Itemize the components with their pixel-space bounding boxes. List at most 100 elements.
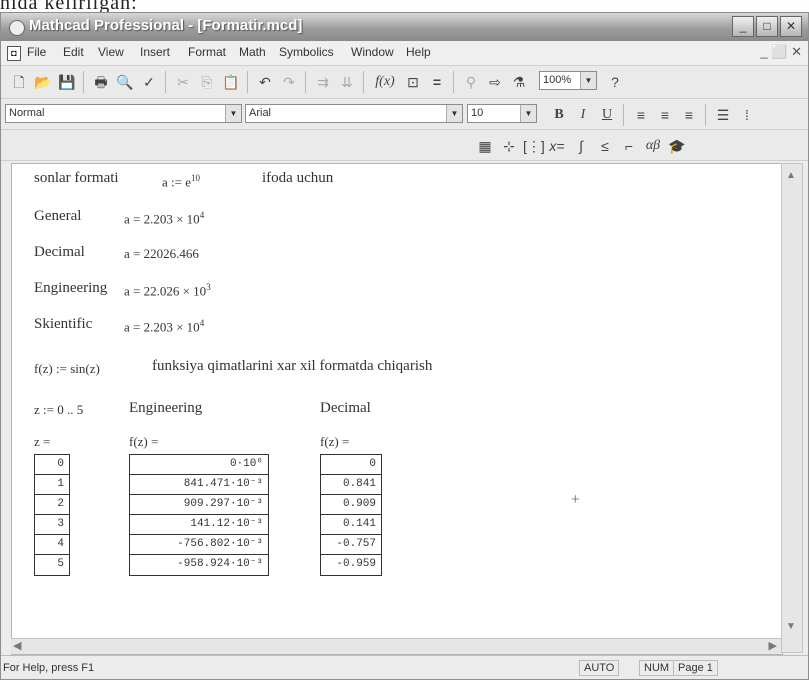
insert-function-icon[interactable]: f(x) — [371, 72, 399, 92]
run-script-icon[interactable]: ⚗ — [509, 72, 529, 92]
menu-file[interactable]: File — [27, 45, 46, 59]
menu-help[interactable]: Help — [406, 45, 431, 59]
table-row: -0.757 — [321, 535, 381, 555]
underline-button[interactable]: U — [597, 105, 617, 125]
greek-toolbar-icon[interactable]: αβ — [643, 136, 663, 156]
numbering-icon[interactable]: ⁞ — [737, 105, 757, 125]
menu-format[interactable]: Format — [188, 45, 226, 59]
z-eval-label[interactable]: z = — [34, 434, 50, 450]
align-across-icon[interactable]: ⇉ — [313, 72, 333, 92]
italic-button[interactable]: I — [573, 105, 593, 125]
standard-toolbar: 🗋 📂 💾 🖶 🔍 ✓ ✂ ⎘ 📋 ↶ ↷ ⇉ ⇊ f(x) ⊡ = ⚲ ⇨ ⚗… — [1, 66, 808, 99]
cut-icon[interactable]: ✂ — [173, 72, 193, 92]
maximize-button[interactable]: □ — [756, 16, 778, 37]
zoom-select[interactable]: 100% ▼ — [539, 71, 597, 90]
insert-hyperlink-icon[interactable]: ⚲ — [461, 72, 481, 92]
open-icon[interactable]: 📂 — [33, 72, 53, 92]
print-icon[interactable]: 🖶 — [91, 72, 111, 92]
paste-icon[interactable]: 📋 — [221, 72, 241, 92]
format-value-text: a = 2.203 × 10 — [124, 319, 200, 335]
graph-toolbar-icon[interactable]: ⊹ — [499, 136, 519, 156]
menu-view[interactable]: View — [98, 45, 124, 59]
table-row: 2 — [35, 495, 69, 515]
status-num: NUM — [639, 660, 675, 676]
font-select[interactable]: Arial ▼ — [245, 104, 463, 123]
menu-edit[interactable]: Edit — [63, 45, 84, 59]
table-row: 0.909 — [321, 495, 381, 515]
fz-eval-label-engineering[interactable]: f(z) = — [129, 434, 158, 450]
format-label-engineering: Engineering — [34, 280, 108, 296]
table-row: 0 — [321, 455, 381, 475]
decimal-result-table[interactable]: 0 0.841 0.909 0.141 -0.757 -0.959 — [320, 454, 382, 576]
table-row: -958.924·10⁻³ — [177, 558, 263, 570]
bullets-icon[interactable]: ☰ — [713, 105, 733, 125]
definition-expr[interactable]: a := e10 — [162, 173, 200, 190]
menu-window[interactable]: Window — [351, 45, 394, 59]
insert-unit-icon[interactable]: ⊡ — [403, 72, 423, 92]
symbolic-toolbar-icon[interactable]: 🎓 — [667, 136, 687, 156]
menu-symbolics[interactable]: Symbolics — [279, 45, 334, 59]
bold-button[interactable]: B — [549, 105, 569, 125]
redo-icon[interactable]: ↷ — [279, 72, 299, 92]
worksheet[interactable]: sonlar formati a := e10 ifoda uchun Gene… — [11, 163, 783, 655]
document-window-controls[interactable]: _ ⬜ ✕ — [760, 44, 802, 60]
table-row: 0·10⁰ — [130, 455, 268, 475]
scroll-right-icon[interactable]: ▶ — [769, 639, 777, 652]
programming-toolbar-icon[interactable]: ⌐ — [619, 136, 639, 156]
scroll-up-icon[interactable]: ▲ — [786, 170, 796, 181]
title-bar[interactable]: Mathcad Professional - [Formatir.mcd] _ … — [1, 13, 808, 41]
boolean-toolbar-icon[interactable]: ≤ — [595, 136, 615, 156]
chevron-down-icon: ▼ — [580, 72, 596, 89]
function-definition[interactable]: f(z) := sin(z) — [34, 361, 100, 377]
close-button[interactable]: ✕ — [780, 16, 802, 37]
spell-check-icon[interactable]: ✓ — [139, 72, 159, 92]
minimize-button[interactable]: _ — [732, 16, 754, 37]
evaluation-toolbar-icon[interactable]: x= — [547, 136, 567, 156]
undo-icon[interactable]: ↶ — [255, 72, 275, 92]
format-exponent: 4 — [199, 318, 205, 328]
align-center-icon[interactable]: ≡ — [655, 105, 675, 125]
z-result-table[interactable]: 0 1 2 3 4 5 — [34, 454, 70, 576]
app-icon[interactable] — [9, 20, 25, 36]
heading-right: ifoda uchun — [262, 170, 334, 186]
calculator-toolbar-icon[interactable]: ▦ — [475, 136, 495, 156]
table-row: 5 — [57, 558, 64, 570]
math-toolbar: ▦ ⊹ [⋮] x= ∫ ≤ ⌐ αβ 🎓 — [1, 130, 808, 161]
calculate-icon[interactable]: = — [427, 72, 447, 92]
format-value-scientific[interactable]: a = 2.203 × 104 — [124, 318, 204, 335]
engineering-column-title: Engineering — [129, 400, 203, 416]
style-value: Normal — [9, 107, 45, 119]
print-preview-icon[interactable]: 🔍 — [115, 72, 135, 92]
align-down-icon[interactable]: ⇊ — [337, 72, 357, 92]
font-size-select[interactable]: 10 ▼ — [467, 104, 537, 123]
engineering-result-table[interactable]: 0·10⁰ 841.471·10⁻³ 909.297·10⁻³ 141.12·1… — [129, 454, 269, 576]
document-icon[interactable]: ◘ — [7, 46, 21, 61]
align-right-icon[interactable]: ≡ — [679, 105, 699, 125]
style-select[interactable]: Normal ▼ — [5, 104, 242, 123]
scroll-left-icon[interactable]: ◀ — [13, 639, 21, 652]
help-icon[interactable]: ? — [605, 72, 625, 92]
chevron-down-icon: ▼ — [225, 105, 241, 122]
vertical-scrollbar[interactable]: ▲ ▼ — [781, 163, 803, 653]
align-left-icon[interactable]: ≡ — [631, 105, 651, 125]
menu-bar: ◘ File Edit View Insert Format Math Symb… — [1, 41, 808, 66]
copy-icon[interactable]: ⎘ — [197, 72, 217, 92]
scroll-down-icon[interactable]: ▼ — [786, 621, 796, 632]
format-value-general[interactable]: a = 2.203 × 104 — [124, 210, 204, 227]
menu-math[interactable]: Math — [239, 45, 266, 59]
horizontal-scrollbar[interactable]: ◀ ▶ — [11, 638, 781, 654]
chevron-down-icon: ▼ — [446, 105, 462, 122]
component-wizard-icon[interactable]: ⇨ — [485, 72, 505, 92]
menu-insert[interactable]: Insert — [140, 45, 170, 59]
new-icon[interactable]: 🗋 — [9, 72, 29, 92]
fz-eval-label-decimal[interactable]: f(z) = — [320, 434, 349, 450]
calculus-toolbar-icon[interactable]: ∫ — [571, 136, 591, 156]
table-row: 3 — [35, 515, 69, 535]
format-value-decimal[interactable]: a = 22026.466 — [124, 246, 199, 262]
range-definition[interactable]: z := 0 .. 5 — [34, 402, 83, 418]
save-icon[interactable]: 💾 — [57, 72, 77, 92]
format-value-engineering[interactable]: a = 22.026 × 103 — [124, 282, 211, 299]
format-exponent: 3 — [206, 282, 211, 292]
mathcad-window: Mathcad Professional - [Formatir.mcd] _ … — [0, 12, 809, 680]
matrix-toolbar-icon[interactable]: [⋮] — [523, 136, 545, 156]
